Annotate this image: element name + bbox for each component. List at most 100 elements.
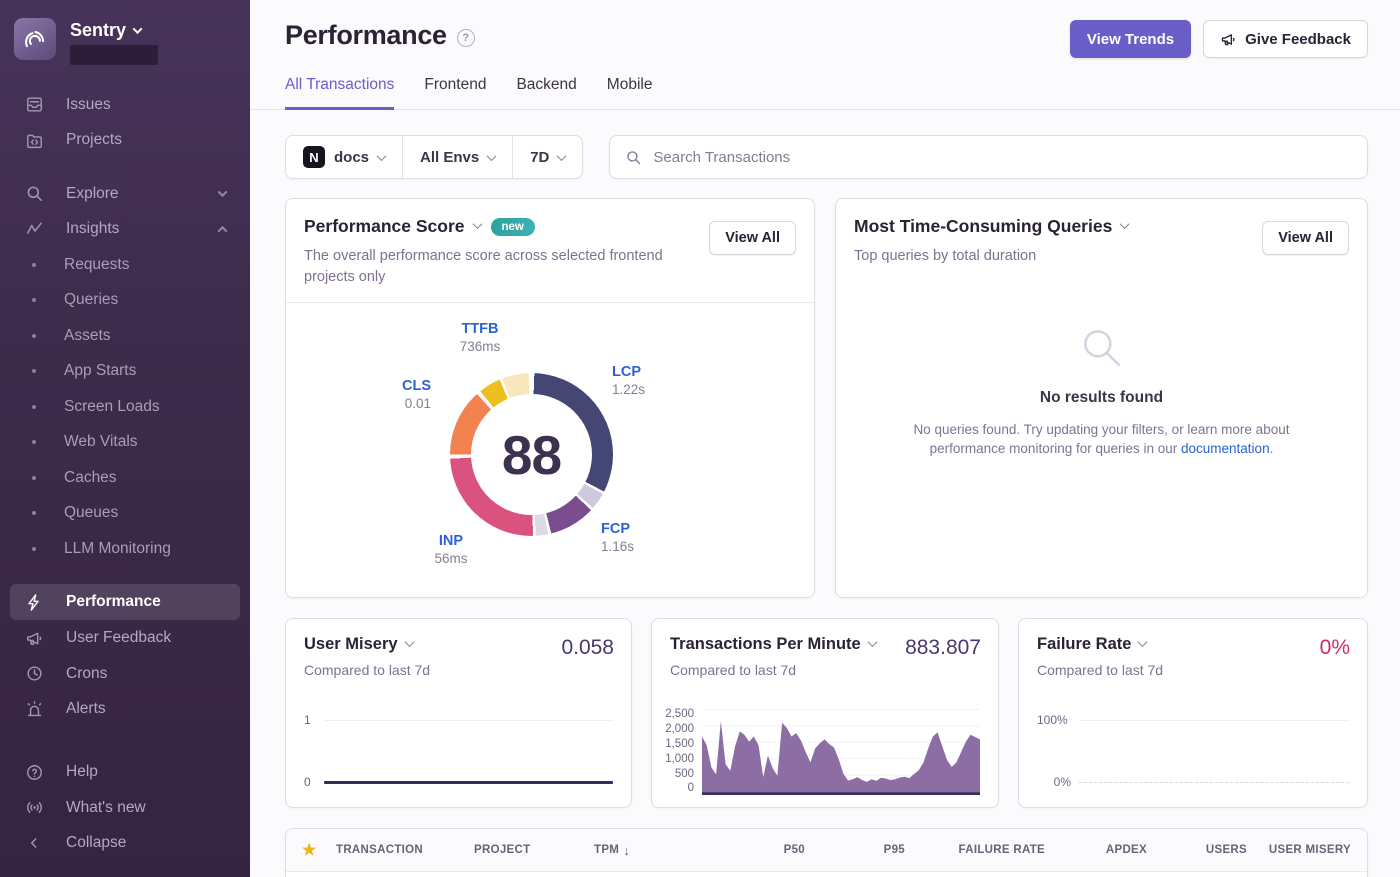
user-misery-subtitle: Compared to last 7d — [304, 662, 613, 678]
sidebar-item-alerts[interactable]: Alerts — [0, 691, 250, 727]
view-all-button[interactable]: View All — [1262, 221, 1349, 255]
sidebar-item-label: LLM Monitoring — [64, 540, 171, 558]
vital-fcp[interactable]: FCP 1.16s — [601, 521, 634, 554]
sidebar-item-web-vitals[interactable]: Web Vitals — [0, 424, 250, 460]
sidebar-item-queues[interactable]: Queues — [0, 495, 250, 531]
sidebar-item-user-feedback[interactable]: User Feedback — [0, 620, 250, 656]
column-header-tpm[interactable]: TPM ↓ — [594, 843, 710, 858]
view-all-button[interactable]: View All — [709, 221, 796, 255]
performance-score-description: The overall performance score across sel… — [304, 246, 684, 288]
failure-rate-subtitle: Compared to last 7d — [1037, 662, 1349, 678]
vital-name: TTFB — [436, 321, 524, 337]
tab-all-transactions[interactable]: All Transactions — [285, 76, 394, 110]
filter-bar: N docs All Envs 7D — [285, 135, 1368, 179]
give-feedback-label: Give Feedback — [1245, 31, 1351, 48]
column-header-transaction[interactable]: TRANSACTION — [336, 844, 474, 856]
y-axis-tick: 1,000 — [665, 754, 694, 766]
card-title-label: Failure Rate — [1037, 635, 1131, 654]
y-axis-min-label: 0% — [1037, 775, 1071, 789]
vital-value: 56ms — [416, 551, 486, 566]
user-misery-chart: 1 0 — [304, 711, 613, 793]
column-header-users[interactable]: USERS — [1147, 844, 1247, 856]
tab-mobile[interactable]: Mobile — [607, 76, 653, 110]
performance-score-title[interactable]: Performance Score — [304, 216, 481, 237]
empty-state-title: No results found — [1040, 389, 1163, 407]
give-feedback-button[interactable]: Give Feedback — [1203, 20, 1368, 58]
vital-inp[interactable]: INP 56ms — [416, 533, 486, 566]
queries-card-title[interactable]: Most Time-Consuming Queries — [854, 216, 1128, 237]
tpm-area-chart[interactable] — [702, 709, 980, 795]
sidebar-item-queries[interactable]: Queries — [0, 282, 250, 318]
failure-rate-title[interactable]: Failure Rate — [1037, 635, 1349, 654]
column-header-p50[interactable]: P50 — [710, 844, 805, 856]
vital-value: 736ms — [436, 339, 524, 354]
column-header-user-misery[interactable]: USER MISERY — [1247, 844, 1351, 856]
sidebar-item-help[interactable]: Help — [0, 754, 250, 790]
sidebar-item-requests[interactable]: Requests — [0, 247, 250, 283]
help-tooltip-icon[interactable]: ? — [457, 29, 475, 47]
project-selector[interactable]: N docs — [286, 136, 402, 178]
bullet-icon — [32, 334, 36, 338]
y-axis-tick: 0 — [688, 783, 694, 795]
column-header-label: TPM — [594, 844, 619, 856]
view-trends-button[interactable]: View Trends — [1070, 20, 1191, 58]
org-switcher[interactable]: Sentry — [0, 14, 250, 65]
sidebar-item-label: Insights — [66, 220, 197, 238]
y-axis-max-label: 100% — [1037, 713, 1071, 727]
insights-icon — [24, 220, 44, 239]
sidebar-item-insights[interactable]: Insights — [0, 211, 250, 247]
column-header-failure-rate[interactable]: FAILURE RATE — [905, 844, 1045, 856]
sidebar-item-whats-new[interactable]: What's new — [0, 790, 250, 826]
column-header-apdex[interactable]: APDEX — [1045, 844, 1147, 856]
tpm-area-svg — [702, 709, 980, 795]
star-icon[interactable]: ★ — [302, 840, 336, 860]
search-transactions-input[interactable] — [653, 149, 1352, 166]
vital-ttfb[interactable]: TTFB 736ms — [436, 321, 524, 354]
bullet-icon — [32, 547, 36, 551]
sidebar-spacer — [0, 727, 250, 755]
chevron-down-icon — [404, 637, 414, 647]
documentation-link[interactable]: documentation — [1181, 441, 1270, 456]
y-axis-tick: 2,500 — [665, 709, 694, 721]
column-header-project[interactable]: PROJECT — [474, 844, 594, 856]
tab-backend[interactable]: Backend — [516, 76, 576, 110]
sidebar-item-label: Web Vitals — [64, 433, 138, 451]
chevron-down-icon — [867, 637, 877, 647]
sidebar-item-llm-monitoring[interactable]: LLM Monitoring — [0, 531, 250, 567]
sidebar-item-crons[interactable]: Crons — [0, 656, 250, 692]
sidebar-item-label: Projects — [66, 131, 230, 149]
search-empty-icon — [1077, 323, 1127, 373]
vital-lcp[interactable]: LCP 1.22s — [612, 364, 645, 397]
org-name — [70, 45, 158, 65]
chevron-down-icon — [1120, 219, 1130, 229]
sidebar-item-issues[interactable]: Issues — [0, 87, 250, 123]
tab-frontend[interactable]: Frontend — [424, 76, 486, 110]
project-avatar: N — [303, 146, 325, 168]
vital-cls[interactable]: CLS 0.01 — [356, 378, 431, 411]
column-header-p95[interactable]: P95 — [805, 844, 905, 856]
sidebar-item-caches[interactable]: Caches — [0, 460, 250, 496]
sentry-logo-icon[interactable] — [14, 18, 56, 60]
bullet-icon — [32, 263, 36, 267]
table-header-row: ★ TRANSACTION PROJECT TPM ↓ P50 P95 FAIL… — [286, 829, 1367, 872]
environment-selector[interactable]: All Envs — [402, 136, 512, 178]
queries-empty-state: No results found No queries found. Try u… — [836, 323, 1367, 459]
date-range-selector[interactable]: 7D — [512, 136, 582, 178]
sidebar-item-app-starts[interactable]: App Starts — [0, 353, 250, 389]
sidebar-collapse-button[interactable]: Collapse — [0, 826, 250, 862]
sidebar-item-assets[interactable]: Assets — [0, 318, 250, 354]
sidebar-item-explore[interactable]: Explore — [0, 176, 250, 212]
y-axis-tick: 2,000 — [665, 724, 694, 736]
page-title: Performance — [285, 20, 447, 51]
search-transactions-box[interactable] — [609, 135, 1368, 179]
vital-name: INP — [416, 533, 486, 549]
projects-icon — [24, 131, 44, 150]
sidebar-item-performance[interactable]: Performance — [10, 584, 240, 620]
y-axis-tick: 500 — [675, 769, 694, 781]
empty-state-body: No queries found. Try updating your filt… — [892, 421, 1312, 459]
failure-rate-card: Failure Rate 0% Compared to last 7d 100%… — [1018, 618, 1368, 808]
sidebar-item-screen-loads[interactable]: Screen Loads — [0, 389, 250, 425]
brand-name[interactable]: Sentry — [70, 20, 158, 41]
page-header: Performance ? View Trends Give Feedback — [250, 0, 1400, 58]
sidebar-item-projects[interactable]: Projects — [0, 123, 250, 159]
